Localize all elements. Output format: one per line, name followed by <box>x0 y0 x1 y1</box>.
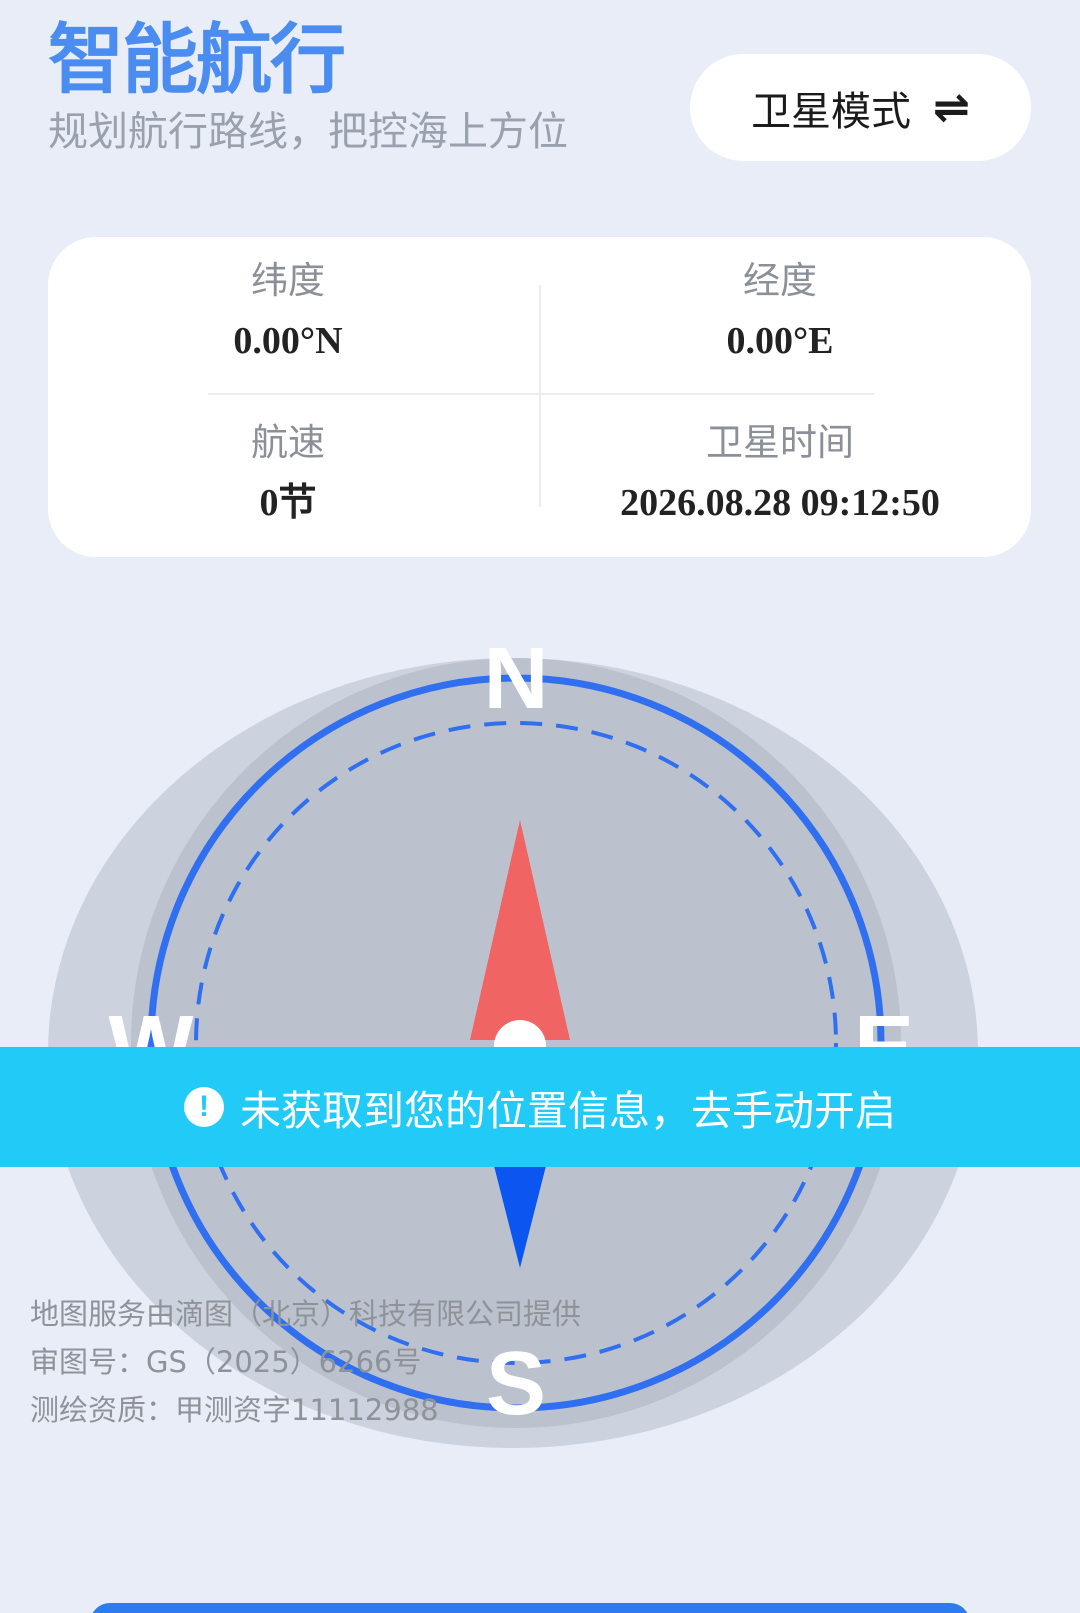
north-letter: N <box>484 648 549 728</box>
speed-value: 0节 <box>259 482 317 525</box>
longitude-label: 经度 <box>743 259 817 302</box>
longitude-cell: 经度 0.00°E <box>540 259 1020 365</box>
swap-arrows-icon: ⇌ <box>933 82 970 133</box>
latitude-cell: 纬度 0.00°N <box>48 259 528 365</box>
satellite-time-label: 卫星时间 <box>706 421 854 464</box>
speed-cell: 航速 0节 <box>48 421 528 527</box>
satellite-time-value: 2026.08.28 09:12:50 <box>620 482 940 525</box>
page-title: 智能航行 <box>48 15 346 104</box>
horizontal-divider <box>208 393 874 395</box>
alert-text: 未获取到您的位置信息，去手动开启 <box>240 1087 896 1135</box>
page-subtitle: 规划航行路线，把控海上方位 <box>48 109 568 155</box>
map-credits: 地图服务由滴图（北京）科技有限公司提供 审图号：GS（2025）6266号 测绘… <box>30 1290 581 1434</box>
mode-label: 卫星模式 <box>751 88 912 135</box>
credit-line-provider: 地图服务由滴图（北京）科技有限公司提供 <box>30 1297 582 1331</box>
satellite-mode-button[interactable]: 卫星模式 ⇌ <box>690 54 1031 161</box>
bottom-action-bar[interactable] <box>90 1603 970 1613</box>
satellite-time-cell: 卫星时间 2026.08.28 09:12:50 <box>540 421 1020 527</box>
latitude-value: 0.00°N <box>233 320 343 363</box>
longitude-value: 0.00°E <box>726 320 834 363</box>
credit-line-qualification: 测绘资质：甲测资字11112988 <box>30 1393 439 1427</box>
credit-line-approval: 审图号：GS（2025）6266号 <box>30 1345 422 1379</box>
exclamation-icon: ! <box>184 1087 224 1127</box>
latitude-label: 纬度 <box>251 259 325 302</box>
speed-label: 航速 <box>251 421 325 464</box>
navigation-info-card: 纬度 0.00°N 经度 0.00°E 航速 0节 卫星时间 2026.08.2… <box>48 237 1031 557</box>
location-permission-alert[interactable]: ! 未获取到您的位置信息，去手动开启 <box>0 1047 1080 1167</box>
